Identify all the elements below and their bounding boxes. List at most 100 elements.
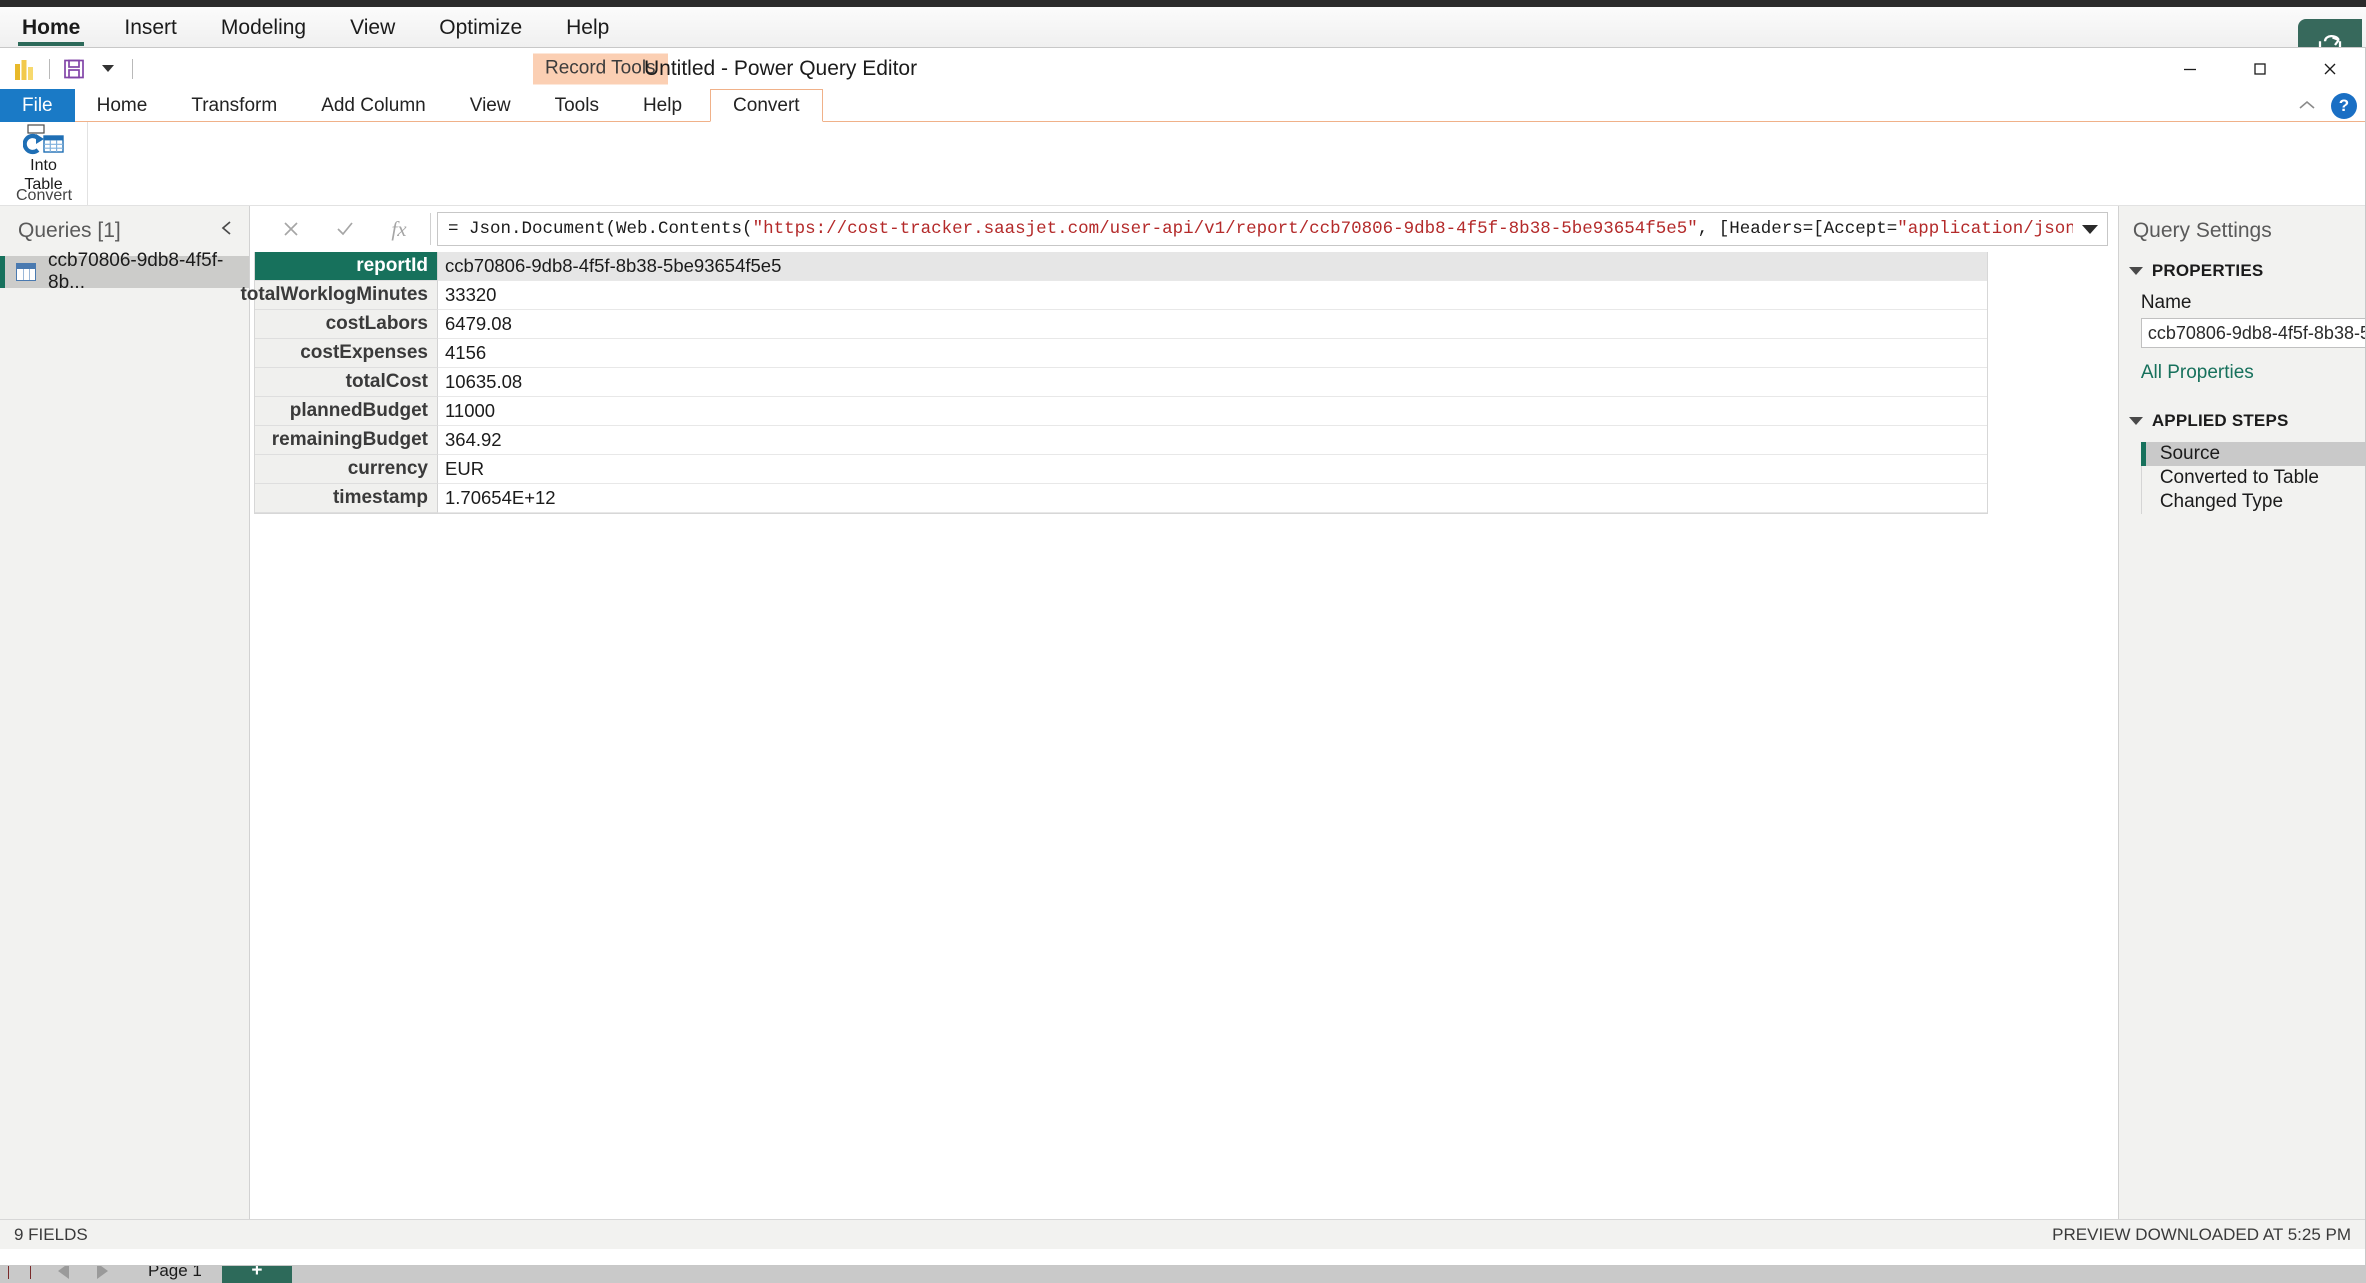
cancel-icon[interactable] xyxy=(264,212,318,246)
query-settings-title: Query Settings xyxy=(2133,219,2272,243)
minimize-icon[interactable] xyxy=(2155,48,2225,89)
chevron-up-icon[interactable] xyxy=(2297,96,2317,116)
editor-body: Queries [1] ccb70806-9db8-4f5f-8b... xyxy=(0,206,2365,1219)
record-field-value: 11000 xyxy=(438,397,1987,426)
table-row[interactable]: plannedBudget 11000 xyxy=(255,397,1987,426)
record-field-value: 6479.08 xyxy=(438,310,1987,339)
pbi-menu-help[interactable]: Help xyxy=(544,7,631,48)
window-controls xyxy=(2155,48,2365,89)
record-field-name: totalWorklogMinutes xyxy=(255,281,438,310)
applied-steps-list: Source Converted to Table Changed Type xyxy=(2141,442,2366,514)
query-settings-pane: Query Settings PROPERTIES Name ccb70806-… xyxy=(2119,206,2366,1219)
pbi-menu-optimize[interactable]: Optimize xyxy=(417,7,544,48)
chevron-down-icon[interactable] xyxy=(2073,213,2107,245)
query-name-input[interactable]: ccb70806-9db8-4f5f-8b38-5be93654f5e5 xyxy=(2141,318,2366,348)
into-table-icon xyxy=(23,124,65,156)
fx-icon[interactable]: fx xyxy=(372,212,426,246)
ribbon-body: Into Table Convert xyxy=(0,122,2365,206)
window-title: Untitled - Power Query Editor xyxy=(644,57,917,81)
tab-home[interactable]: Home xyxy=(75,89,170,122)
tab-add-column[interactable]: Add Column xyxy=(299,89,448,122)
ribbon-tab-bar: File Home Transform Add Column View Tool… xyxy=(0,89,2365,122)
tab-help[interactable]: Help xyxy=(621,89,704,122)
pbi-menu-home[interactable]: Home xyxy=(0,7,102,48)
pbi-menu-view[interactable]: View xyxy=(328,7,417,48)
save-icon[interactable] xyxy=(57,52,91,86)
table-row[interactable]: costLabors 6479.08 xyxy=(255,310,1987,339)
into-table-button[interactable]: Into Table xyxy=(0,124,88,194)
power-bi-icon[interactable] xyxy=(8,52,42,86)
check-icon[interactable] xyxy=(318,212,372,246)
maximize-icon[interactable] xyxy=(2225,48,2295,89)
record-field-value: 33320 xyxy=(438,281,1987,310)
record-field-name: plannedBudget xyxy=(255,397,438,426)
help-icon[interactable]: ? xyxy=(2331,93,2357,119)
formula-bar: fx = Json.Document(Web.Contents("https:/… xyxy=(250,206,2118,252)
section-header-properties[interactable]: PROPERTIES xyxy=(2119,256,2366,286)
ribbon-group-label-convert: Convert xyxy=(0,187,88,205)
pbi-menu-modeling[interactable]: Modeling xyxy=(199,7,328,48)
record-field-value: 10635.08 xyxy=(438,368,1987,397)
power-bi-menu-bar: Home Insert Modeling View Optimize Help xyxy=(0,7,2366,48)
tab-file[interactable]: File xyxy=(0,89,75,122)
status-preview-timestamp: PREVIEW DOWNLOADED AT 5:25 PM xyxy=(2052,1225,2351,1245)
table-row[interactable]: currency EUR xyxy=(255,455,1987,484)
record-preview-grid: reportId ccb70806-9db8-4f5f-8b38-5be9365… xyxy=(254,252,1988,514)
formula-input[interactable]: = Json.Document(Web.Contents("https://co… xyxy=(437,212,2108,246)
tab-view[interactable]: View xyxy=(448,89,533,122)
triangle-collapse-icon xyxy=(2129,417,2143,425)
record-field-name: currency xyxy=(255,455,438,484)
applied-step-label: Changed Type xyxy=(2160,491,2283,513)
chevron-left-icon[interactable] xyxy=(219,219,235,243)
triangle-collapse-icon xyxy=(2129,267,2143,275)
query-settings-header: Query Settings xyxy=(2119,206,2366,256)
ribbon-group-convert: Into Table Convert xyxy=(0,122,88,206)
table-row[interactable]: totalCost 10635.08 xyxy=(255,368,1987,397)
table-row[interactable]: costExpenses 4156 xyxy=(255,339,1987,368)
qat-separator-1 xyxy=(49,59,50,79)
record-field-name: costExpenses xyxy=(255,339,438,368)
record-field-name: timestamp xyxy=(255,484,438,513)
queries-pane-header: Queries [1] xyxy=(0,206,249,256)
into-table-label-line1: Into xyxy=(30,156,57,175)
queries-pane-title: Queries [1] xyxy=(18,219,121,243)
record-field-name: costLabors xyxy=(255,310,438,339)
status-bar: 9 FIELDS PREVIEW DOWNLOADED AT 5:25 PM xyxy=(0,1219,2365,1249)
record-field-name: totalCost xyxy=(255,368,438,397)
table-icon xyxy=(16,263,36,281)
applied-step-changed-type[interactable]: Changed Type xyxy=(2141,490,2366,514)
status-field-count: 9 FIELDS xyxy=(14,1225,88,1245)
tab-convert[interactable]: Convert xyxy=(710,89,823,122)
applied-step-source[interactable]: Source xyxy=(2141,442,2366,466)
record-field-name: remainingBudget xyxy=(255,426,438,455)
query-list-item[interactable]: ccb70806-9db8-4f5f-8b... xyxy=(0,256,249,288)
table-row[interactable]: remainingBudget 364.92 xyxy=(255,426,1987,455)
record-field-value: 1.70654E+12 xyxy=(438,484,1987,513)
tab-transform[interactable]: Transform xyxy=(169,89,299,122)
tab-tools[interactable]: Tools xyxy=(533,89,621,122)
table-row[interactable]: reportId ccb70806-9db8-4f5f-8b38-5be9365… xyxy=(255,252,1987,281)
chevron-down-icon[interactable] xyxy=(91,52,125,86)
qat-separator-2 xyxy=(132,59,133,79)
table-row[interactable]: timestamp 1.70654E+12 xyxy=(255,484,1987,513)
formula-text: = Json.Document(Web.Contents("https://co… xyxy=(448,219,2097,239)
applied-step-label: Source xyxy=(2160,443,2220,465)
close-icon[interactable] xyxy=(2295,48,2365,89)
table-row[interactable]: totalWorklogMinutes 33320 xyxy=(255,281,1987,310)
pbi-menu-insert[interactable]: Insert xyxy=(102,7,199,48)
record-field-value: 4156 xyxy=(438,339,1987,368)
ribbon-right-controls: ? xyxy=(2297,89,2357,122)
record-field-value: 364.92 xyxy=(438,426,1987,455)
formula-bar-separator xyxy=(430,213,431,245)
applied-step-converted-to-table[interactable]: Converted to Table xyxy=(2141,466,2366,490)
record-field-value: EUR xyxy=(438,455,1987,484)
all-properties-link[interactable]: All Properties xyxy=(2119,362,2366,384)
quick-access-toolbar xyxy=(0,48,140,89)
section-header-applied-steps[interactable]: APPLIED STEPS xyxy=(2119,406,2366,436)
applied-step-label: Converted to Table xyxy=(2160,467,2319,489)
preview-pane: fx = Json.Document(Web.Contents("https:/… xyxy=(250,206,2119,1219)
section-header-properties-label: PROPERTIES xyxy=(2152,261,2264,281)
section-header-applied-steps-label: APPLIED STEPS xyxy=(2152,411,2289,431)
record-field-name: reportId xyxy=(255,252,438,281)
property-name-label: Name xyxy=(2119,292,2366,314)
